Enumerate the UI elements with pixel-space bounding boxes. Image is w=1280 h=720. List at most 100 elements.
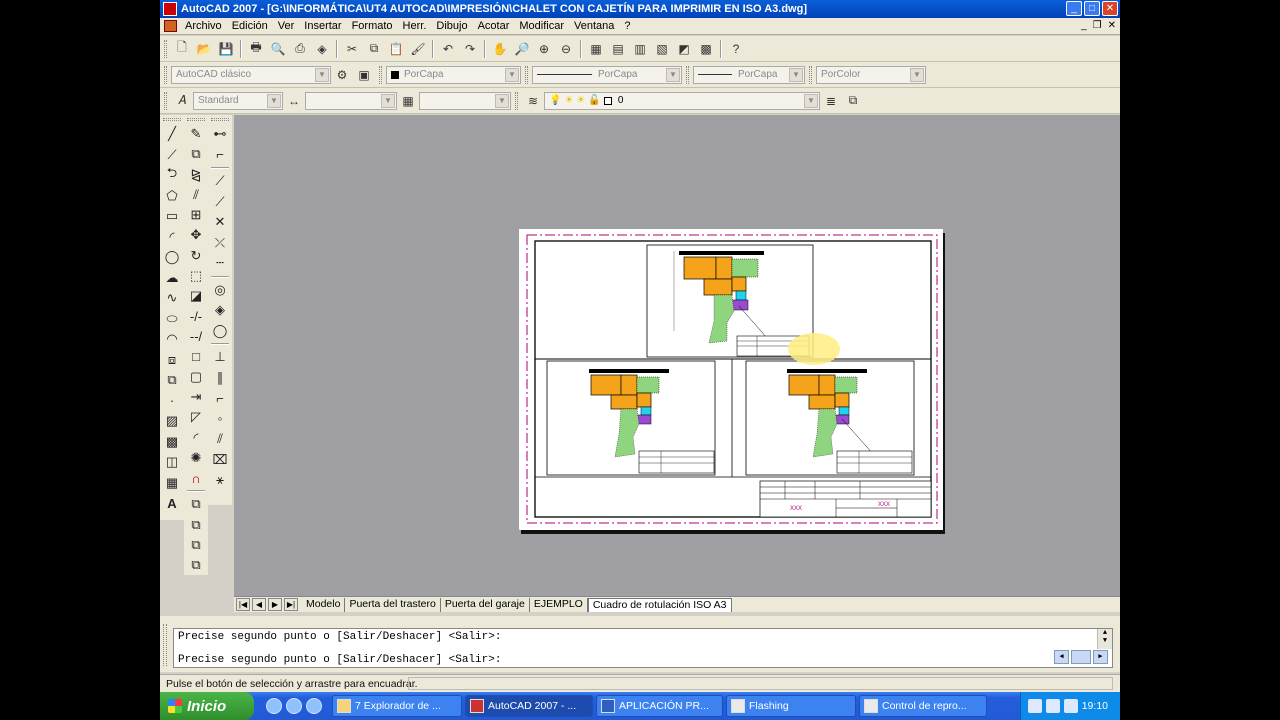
menu-edicion[interactable]: Edición [228,20,274,32]
mirror-icon[interactable]: ⧎ [186,164,206,184]
start-button[interactable]: Inicio [160,692,254,720]
cut-icon[interactable]: ✂ [342,39,362,59]
linetype-select[interactable]: PorCapa ▼ [532,65,682,84]
markup-icon[interactable]: ◩ [674,39,694,59]
dwf-icon[interactable]: ◈ [312,39,332,59]
tab-ejemplo[interactable]: EJEMPLO [530,597,588,612]
tab-puerta-garaje[interactable]: Puerta del garaje [441,597,530,612]
help-icon[interactable]: ? [726,39,746,59]
chevron-down-icon[interactable]: ▼ [495,93,509,108]
scroll-left-icon[interactable]: ◀ [1054,650,1069,664]
erase-icon[interactable]: ✎ [186,124,206,144]
first-tab-button[interactable]: |◀ [236,598,250,611]
chamfer-icon[interactable]: ◸ [186,407,206,427]
toolbar-grip[interactable] [525,65,528,84]
undo-icon[interactable]: ↶ [438,39,458,59]
properties-icon[interactable]: ▦ [586,39,606,59]
draworder-above-icon[interactable]: ⧉ [186,535,206,555]
toolbar-grip[interactable] [686,65,689,84]
table-icon[interactable]: ▦ [162,473,182,494]
extend-icon[interactable]: --/ [186,326,206,346]
zoom-realtime-icon[interactable]: 🔎 [512,39,532,59]
layer-previous-icon[interactable]: ⧉ [843,91,863,111]
layer-manager-icon[interactable]: ≋ [523,91,543,111]
plot-preview-icon[interactable]: 🔍 [268,39,288,59]
task-flashing[interactable]: Flashing [726,695,856,717]
explode-icon[interactable]: ✺ [186,448,206,468]
menu-archivo[interactable]: Archivo [181,20,228,32]
snap-node-icon[interactable]: ◦ [210,409,230,430]
paste-icon[interactable]: 📋 [386,39,406,59]
fillet-icon[interactable]: ◜ [186,428,206,448]
workspace-select[interactable]: AutoCAD clásico ▼ [171,65,331,84]
make-current-layer-icon[interactable]: ≣ [821,91,841,111]
next-tab-button[interactable]: ▶ [268,598,282,611]
pan-icon[interactable]: ✋ [490,39,510,59]
task-control[interactable]: Control de repro... [859,695,987,717]
magnet-icon[interactable]: ∩ [186,468,206,488]
color-select[interactable]: PorCapa ▼ [386,65,521,84]
stretch-icon[interactable]: ◪ [186,286,206,306]
print-icon[interactable]: 🖶 [246,39,266,59]
temp-track-icon[interactable]: ⊷ [210,124,230,145]
redo-icon[interactable]: ↷ [460,39,480,59]
scroll-right-icon[interactable]: ▶ [1093,650,1108,664]
ellipse-arc-icon[interactable]: ◠ [162,329,182,350]
menu-insertar[interactable]: Insertar [300,20,347,32]
copy-icon[interactable]: ⧉ [364,39,384,59]
toolbar-grip[interactable] [163,118,181,121]
snap-parallel-icon[interactable]: ∥ [210,368,230,389]
doc-minimize-button[interactable]: _ [1081,20,1087,31]
snap-midpoint-icon[interactable]: ⟋ [210,192,230,213]
tool-palettes-icon[interactable]: ▥ [630,39,650,59]
doc-close-button[interactable]: ✕ [1108,20,1116,31]
menu-ver[interactable]: Ver [274,20,301,32]
toolbar-grip[interactable] [187,118,205,121]
menu-ventana[interactable]: Ventana [570,20,620,32]
dim-style-icon[interactable]: ↔ [284,91,304,111]
layout-sheet[interactable]: XXX XXX [510,229,943,535]
join-icon[interactable]: ⇥ [186,387,206,407]
task-autocad[interactable]: AutoCAD 2007 - ... [465,695,593,717]
chevron-down-icon[interactable]: ▼ [789,67,803,82]
scale-icon[interactable]: ⬚ [186,266,206,286]
make-block-icon[interactable]: ⧉ [162,370,182,391]
publish-icon[interactable]: ⎙ [290,39,310,59]
rectangle-icon[interactable]: ▭ [162,206,182,227]
rotate-icon[interactable]: ↻ [186,245,206,265]
menu-acotar[interactable]: Acotar [474,20,516,32]
hatch-icon[interactable]: ▨ [162,411,182,432]
snap-none-icon[interactable]: ⌧ [210,450,230,471]
tab-cuadro-rotulacion[interactable]: Cuadro de rotulación ISO A3 [587,597,732,612]
dim-style-select[interactable]: ▼ [305,91,397,110]
task-explorer[interactable]: 7 Explorador de ... [332,695,462,717]
construction-line-icon[interactable]: ⟋ [162,145,182,166]
command-scrollbar[interactable]: ▲ ▼ [1097,629,1112,649]
chevron-down-icon[interactable]: ▼ [666,67,680,82]
command-line-2[interactable]: Precise segundo punto o [Salir/Deshacer]… [178,654,501,666]
command-grip[interactable] [163,624,167,666]
scroll-track[interactable] [1071,650,1091,664]
move-icon[interactable]: ✥ [186,225,206,245]
menu-formato[interactable]: Formato [348,20,399,32]
workspace-save-icon[interactable]: ▣ [354,65,374,85]
snap-quadrant-icon[interactable]: ◈ [210,300,230,321]
snap-intersection-icon[interactable]: ✕ [210,212,230,233]
calculator-icon[interactable]: ▩ [696,39,716,59]
chevron-down-icon[interactable]: ▼ [267,93,281,108]
open-icon[interactable]: 📂 [194,39,214,59]
tab-modelo[interactable]: Modelo [302,597,346,612]
doc-restore-button[interactable]: ❐ [1093,20,1102,31]
ellipse-icon[interactable]: ⬭ [162,309,182,330]
region-icon[interactable]: ◫ [162,452,182,473]
table-style-select[interactable]: ▼ [419,91,511,110]
workspace-settings-icon[interactable]: ⚙ [332,65,352,85]
ie-icon[interactable] [266,698,282,714]
snap-center-icon[interactable]: ◎ [210,280,230,301]
shield-icon[interactable] [306,698,322,714]
chevron-down-icon[interactable]: ▼ [910,67,924,82]
arc-icon[interactable]: ◜ [162,227,182,248]
match-properties-icon[interactable]: 🖌 [408,39,428,59]
offset-icon[interactable]: ⫽ [186,185,206,205]
toolbar-grip[interactable] [379,65,382,84]
